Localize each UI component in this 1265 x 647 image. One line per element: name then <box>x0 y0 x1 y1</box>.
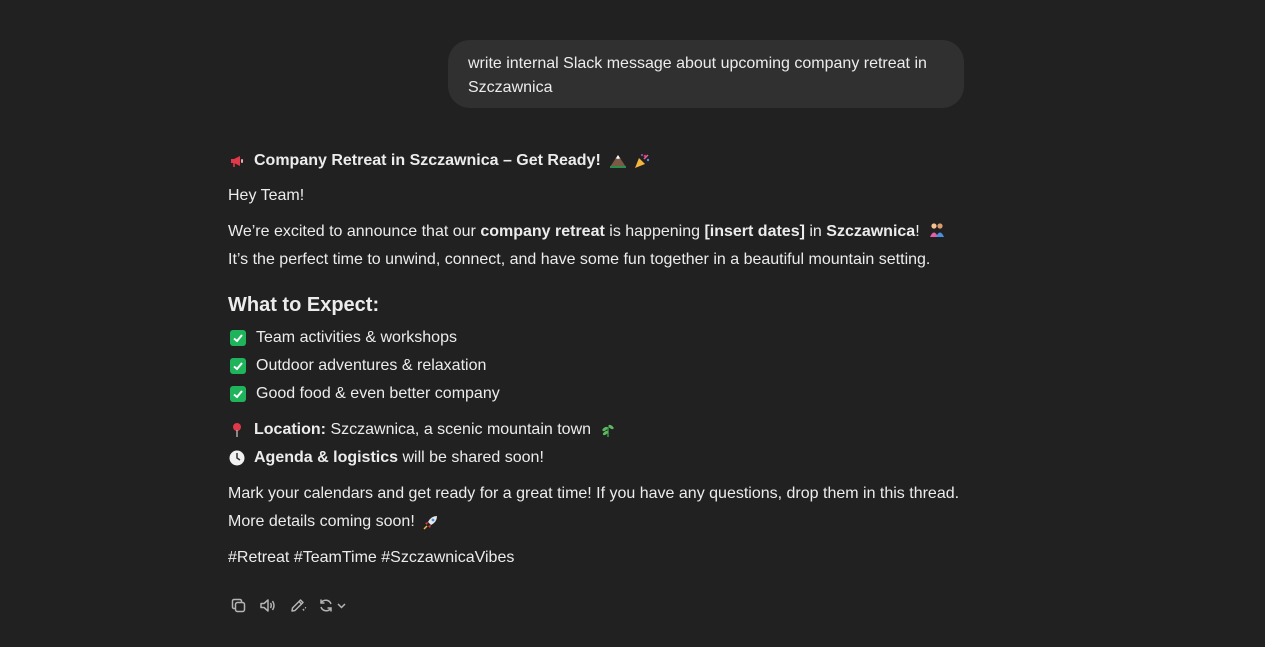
intro-bold-retreat: company retreat <box>480 223 605 240</box>
chat-page: write internal Slack message about upcom… <box>0 0 1265 647</box>
response-title: Company Retreat in Szczawnica – Get Read… <box>254 152 601 169</box>
user-message-bubble: write internal Slack message about upcom… <box>448 40 964 108</box>
closing-line-2: More details coming soon! <box>228 513 415 530</box>
assistant-message: Company Retreat in Szczawnica – Get Read… <box>228 148 968 572</box>
edit-icon[interactable] <box>288 594 308 616</box>
clock-icon <box>228 449 246 467</box>
location-line: Location: Szczawnica, a scenic mountain … <box>228 416 968 444</box>
intro-text-1: We’re excited to announce that our <box>228 223 481 240</box>
response-title-line: Company Retreat in Szczawnica – Get Read… <box>228 148 968 174</box>
checklist-item: Team activities & workshops <box>228 324 968 352</box>
intro-text-3: in <box>804 223 827 240</box>
read-aloud-icon[interactable] <box>258 594 278 616</box>
agenda-label: Agenda & logistics <box>254 449 399 466</box>
checklist-item: Good food & even better company <box>228 380 968 408</box>
pin-icon <box>228 421 246 439</box>
intro-text-5: It’s the perfect time to unwind, connect… <box>228 251 931 268</box>
intro-bold-location: Szczawnica <box>826 223 916 240</box>
closing-paragraph: Mark your calendars and get ready for a … <box>228 480 968 536</box>
agenda-value: will be shared soon! <box>398 449 544 466</box>
message-actions <box>228 594 350 616</box>
intro-bold-dates: [insert dates] <box>704 223 805 240</box>
mountain-icon <box>609 152 627 170</box>
check-mark-icon <box>230 358 246 374</box>
copy-icon[interactable] <box>228 594 248 616</box>
closing-line-1: Mark your calendars and get ready for a … <box>228 485 960 502</box>
location-value: Szczawnica, a scenic mountain town <box>326 421 592 438</box>
check-mark-icon <box>230 330 246 346</box>
section-heading: What to Expect: <box>228 294 380 316</box>
checklist-item: Outdoor adventures & relaxation <box>228 352 968 380</box>
intro-text-2: is happening <box>604 223 705 240</box>
check-mark-icon <box>230 386 246 402</box>
location-label: Location: <box>254 421 326 438</box>
hashtags: #Retreat #TeamTime #SzczawnicaVibes <box>228 549 515 566</box>
checklist-item-text: Good food & even better company <box>256 385 500 402</box>
checklist-item-text: Outdoor adventures & relaxation <box>256 357 487 374</box>
location-info: Location: Szczawnica, a scenic mountain … <box>228 416 968 472</box>
user-message-text: write internal Slack message about upcom… <box>468 55 927 96</box>
intro-text-4: ! <box>915 223 925 240</box>
expect-checklist: Team activities & workshops Outdoor adve… <box>228 324 968 408</box>
agenda-line: Agenda & logistics will be shared soon! <box>228 444 968 472</box>
greeting: Hey Team! <box>228 187 305 204</box>
rocket-icon <box>422 513 440 531</box>
hugging-people-icon <box>928 221 946 239</box>
checklist-item-text: Team activities & workshops <box>256 329 457 346</box>
herb-icon <box>599 421 617 439</box>
party-popper-icon <box>633 152 651 170</box>
intro-paragraph: We’re excited to announce that our compa… <box>228 218 968 274</box>
regenerate-icon[interactable] <box>318 594 350 616</box>
closing-line-2-wrap: More details coming soon! <box>228 508 968 536</box>
megaphone-icon <box>228 152 246 170</box>
